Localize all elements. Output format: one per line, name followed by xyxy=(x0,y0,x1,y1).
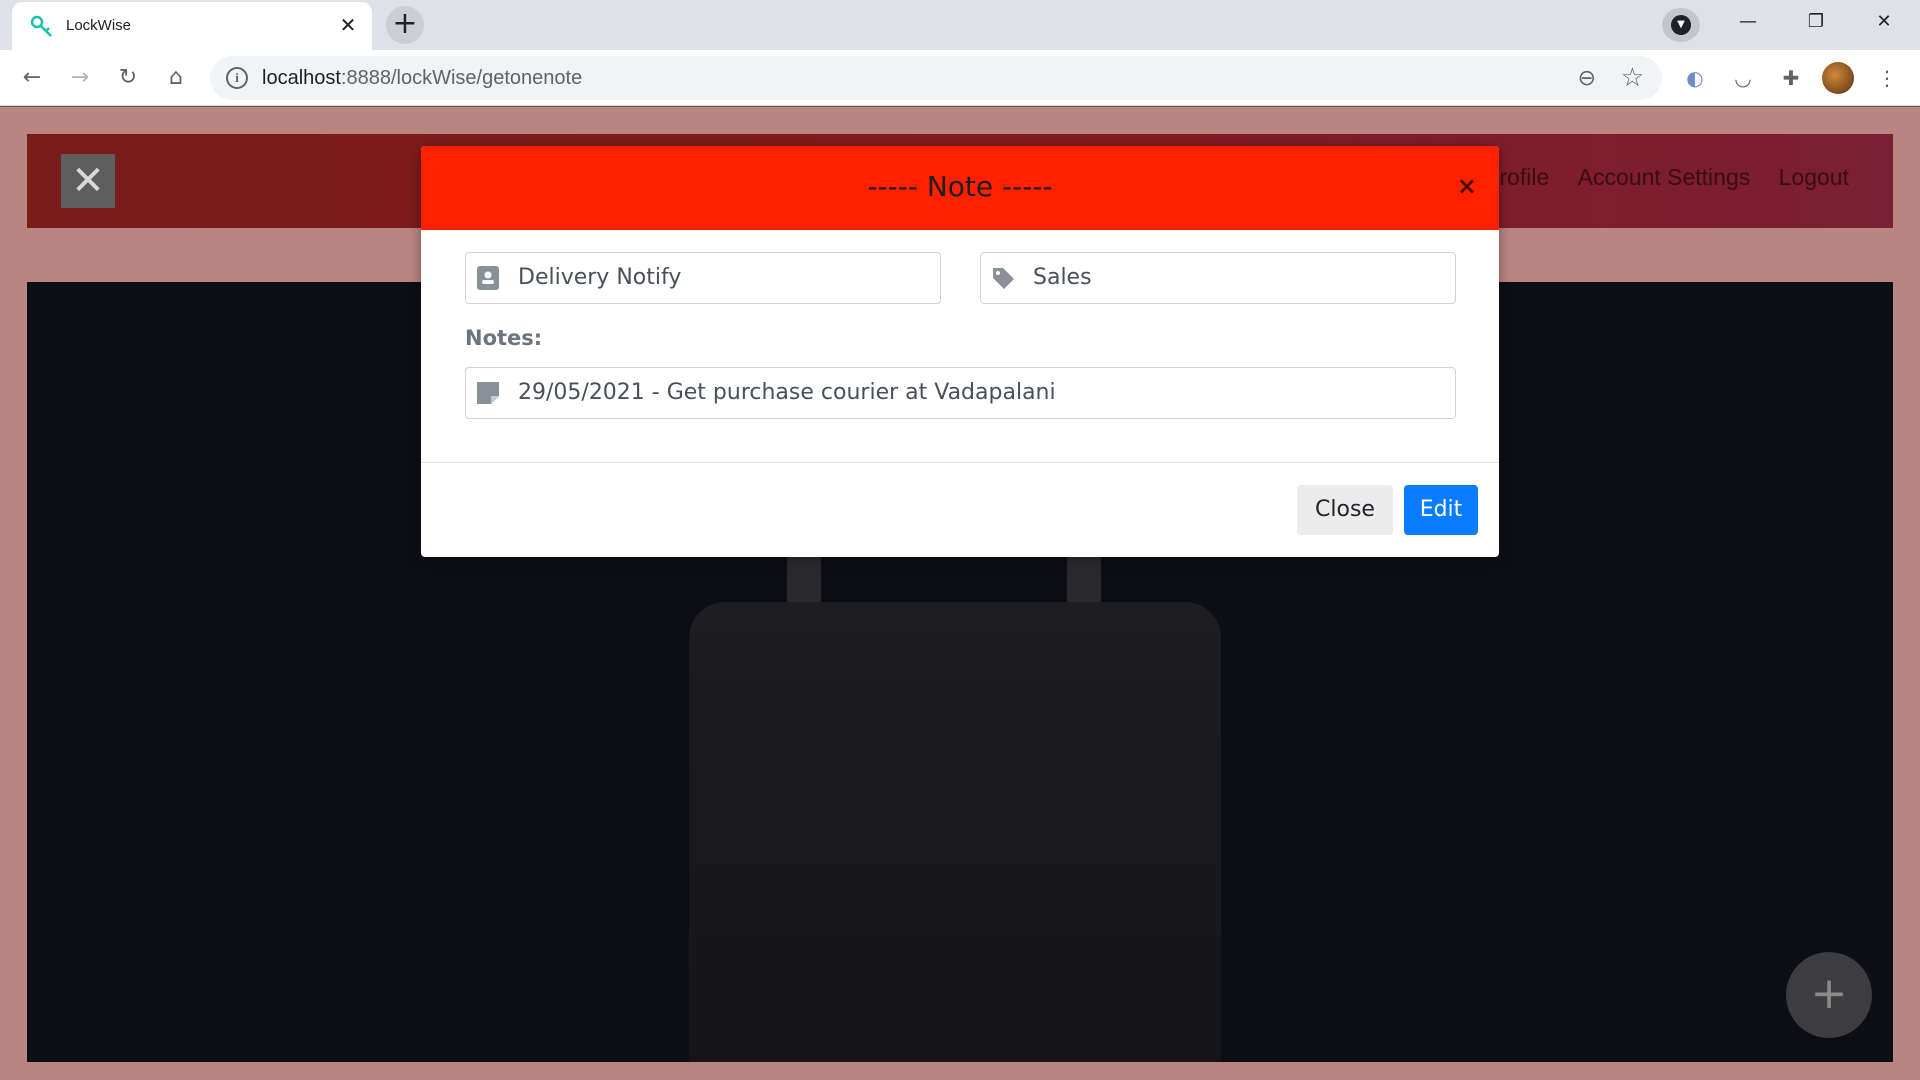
pocket-icon[interactable]: ◡ xyxy=(1728,63,1758,93)
nav-link-account-settings[interactable]: Account Settings xyxy=(1578,164,1751,190)
browser-tab-strip: LockWise ✕ + ▼ — ❐ ✕ xyxy=(0,0,1920,50)
address-bar[interactable]: i localhost:8888/lockWise/getonenote ⊖ ☆ xyxy=(210,56,1662,100)
notes-label: Notes: xyxy=(465,326,543,350)
modal-close-icon[interactable]: × xyxy=(1457,172,1477,200)
contact-card-icon xyxy=(477,266,499,290)
note-category-field[interactable]: Sales xyxy=(980,252,1456,304)
avatar[interactable] xyxy=(1822,62,1854,94)
nav-link-logout[interactable]: Logout xyxy=(1779,164,1849,190)
tab-search-button[interactable]: ▼ xyxy=(1662,8,1700,42)
reload-icon[interactable]: ↻ xyxy=(112,62,144,94)
modal-divider xyxy=(421,462,1499,463)
window-close-button[interactable]: ✕ xyxy=(1862,8,1906,36)
back-arrow-icon[interactable]: ← xyxy=(16,62,48,94)
url-text[interactable]: localhost:8888/lockWise/getonenote xyxy=(262,67,582,90)
note-title-value: Delivery Notify xyxy=(518,265,682,290)
home-icon[interactable]: ⌂ xyxy=(160,62,192,94)
notes-value: 29/05/2021 - Get purchase courier at Vad… xyxy=(518,380,1056,405)
bookmark-star-icon[interactable]: ☆ xyxy=(1621,63,1644,93)
modal-title: ----- Note ----- xyxy=(867,170,1053,203)
browser-toolbar: ← → ↻ ⌂ i localhost:8888/lockWise/getone… xyxy=(0,50,1920,106)
tab-title: LockWise xyxy=(66,17,132,34)
chevron-down-icon: ▼ xyxy=(1671,15,1691,35)
note-title-field[interactable]: Delivery Notify xyxy=(465,252,941,304)
new-tab-button[interactable]: + xyxy=(386,6,424,44)
close-button[interactable]: Close xyxy=(1297,485,1393,535)
tab-close-icon[interactable]: ✕ xyxy=(336,13,360,37)
tag-icon xyxy=(993,268,1014,289)
site-nav: rofile Account Settings Logout xyxy=(1477,164,1849,191)
zoom-icon[interactable]: ⊖ xyxy=(1578,66,1596,91)
note-modal: ----- Note ----- × Delivery Notify Sales… xyxy=(421,146,1499,557)
forward-arrow-icon[interactable]: → xyxy=(64,62,96,94)
restore-button[interactable]: ❐ xyxy=(1794,8,1838,36)
sticky-note-icon xyxy=(477,382,499,404)
note-category-value: Sales xyxy=(1033,265,1092,290)
padlock-image xyxy=(689,602,1221,1062)
minimize-button[interactable]: — xyxy=(1726,8,1770,36)
nav-link-profile[interactable]: rofile xyxy=(1499,164,1549,190)
puzzle-icon[interactable]: ✚ xyxy=(1776,63,1806,93)
add-note-button[interactable]: + xyxy=(1786,952,1872,1038)
more-menu-icon[interactable]: ⋮ xyxy=(1872,63,1902,93)
info-icon[interactable]: i xyxy=(226,67,248,89)
menu-close-button[interactable]: ✕ xyxy=(61,154,115,208)
extension-icon[interactable]: ◐ xyxy=(1680,63,1710,93)
notes-field[interactable]: 29/05/2021 - Get purchase courier at Vad… xyxy=(465,367,1456,419)
modal-header: ----- Note ----- × xyxy=(421,146,1499,230)
key-icon xyxy=(30,15,52,37)
edit-button[interactable]: Edit xyxy=(1404,485,1478,535)
browser-tab[interactable]: LockWise ✕ xyxy=(12,2,372,50)
